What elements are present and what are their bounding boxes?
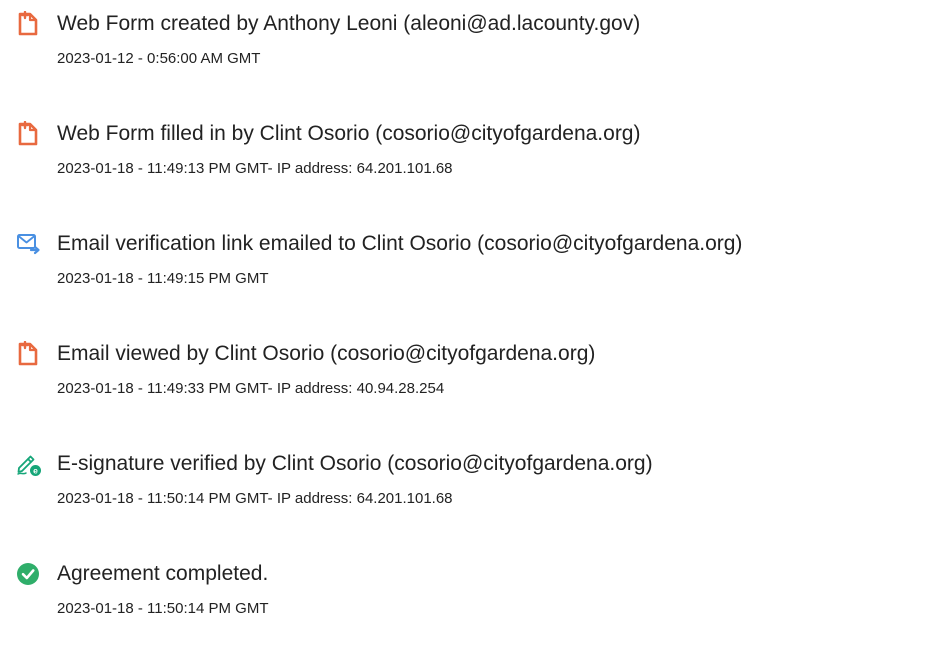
audit-event: Web Form filled in by Clint Osorio (coso… xyxy=(0,121,925,221)
event-title: Web Form filled in by Clint Osorio (coso… xyxy=(57,122,641,145)
audit-event: Email verification link emailed to Clint… xyxy=(0,231,925,331)
event-title: Email verification link emailed to Clint… xyxy=(57,232,743,255)
email-send-icon xyxy=(16,231,42,257)
audit-event: Agreement completed. 2023-01-18 - 11:50:… xyxy=(0,561,925,661)
event-title: Agreement completed. xyxy=(57,562,269,585)
audit-event: Web Form created by Anthony Leoni (aleon… xyxy=(0,11,925,111)
event-title: E-signature verified by Clint Osorio (co… xyxy=(57,452,653,475)
checkmark-circle-icon xyxy=(16,561,42,587)
event-title: Email viewed by Clint Osorio (cosorio@ci… xyxy=(57,342,596,365)
document-form-icon xyxy=(16,11,42,37)
event-timestamp: 2023-01-18 - 11:50:14 PM GMT- IP address… xyxy=(57,490,453,507)
audit-event: e E-signature verified by Clint Osorio (… xyxy=(0,451,925,551)
document-form-icon xyxy=(16,341,42,367)
event-timestamp: 2023-01-12 - 0:56:00 AM GMT xyxy=(57,50,261,67)
event-timestamp: 2023-01-18 - 11:50:14 PM GMT xyxy=(57,600,269,617)
event-title: Web Form created by Anthony Leoni (aleon… xyxy=(57,12,641,35)
document-form-icon xyxy=(16,121,42,147)
esignature-pen-icon: e xyxy=(16,451,42,477)
event-timestamp: 2023-01-18 - 11:49:13 PM GMT- IP address… xyxy=(57,160,453,177)
event-timestamp: 2023-01-18 - 11:49:15 PM GMT xyxy=(57,270,269,287)
audit-event: Email viewed by Clint Osorio (cosorio@ci… xyxy=(0,341,925,441)
svg-text:e: e xyxy=(33,466,38,476)
event-timestamp: 2023-01-18 - 11:49:33 PM GMT- IP address… xyxy=(57,380,445,397)
